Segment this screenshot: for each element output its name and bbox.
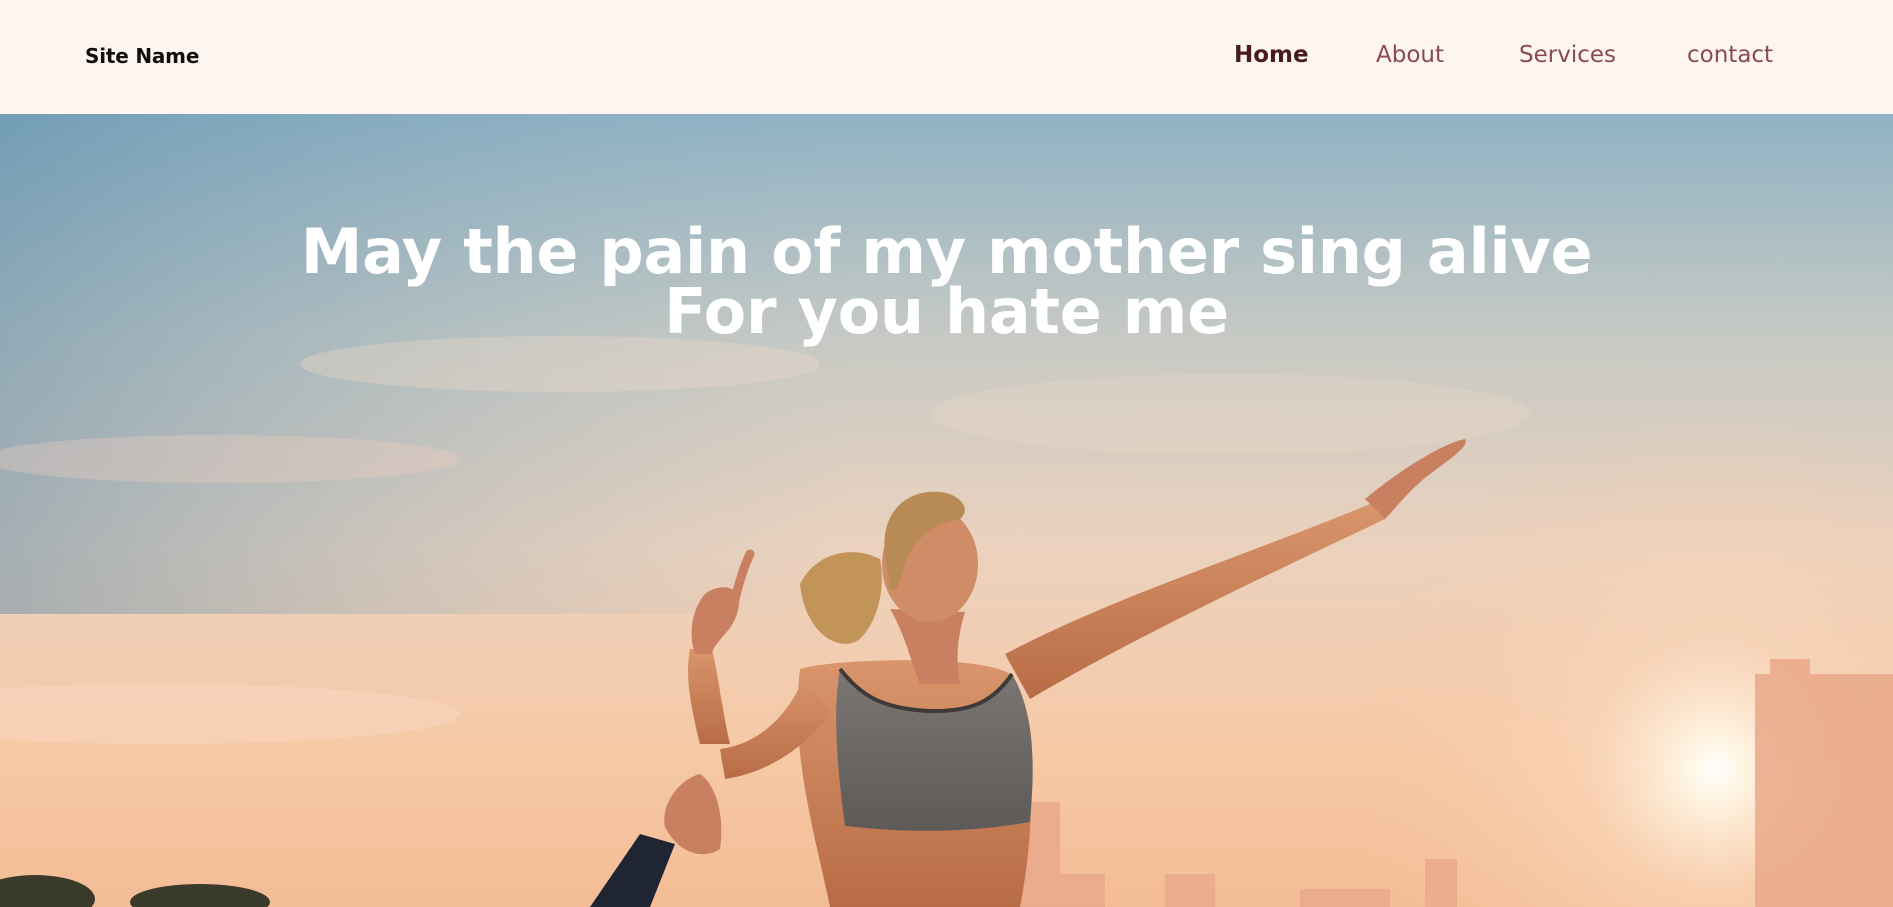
nav-about-link[interactable]: About (1376, 42, 1444, 68)
hero-section: May the pain of my mother sing alive For… (0, 114, 1893, 907)
nav-contact-link[interactable]: contact (1687, 42, 1773, 68)
site-header: Site Name Home About Services contact (0, 0, 1893, 114)
hero-headline-line-2: For you hate me (664, 275, 1229, 348)
nav-home-link[interactable]: Home (1234, 42, 1309, 68)
site-name-link[interactable]: Site Name (85, 44, 199, 68)
hero-headline-line-1: May the pain of my mother sing alive (300, 215, 1593, 288)
hero-headline: May the pain of my mother sing alive For… (0, 215, 1893, 348)
nav-services-link[interactable]: Services (1519, 42, 1616, 68)
